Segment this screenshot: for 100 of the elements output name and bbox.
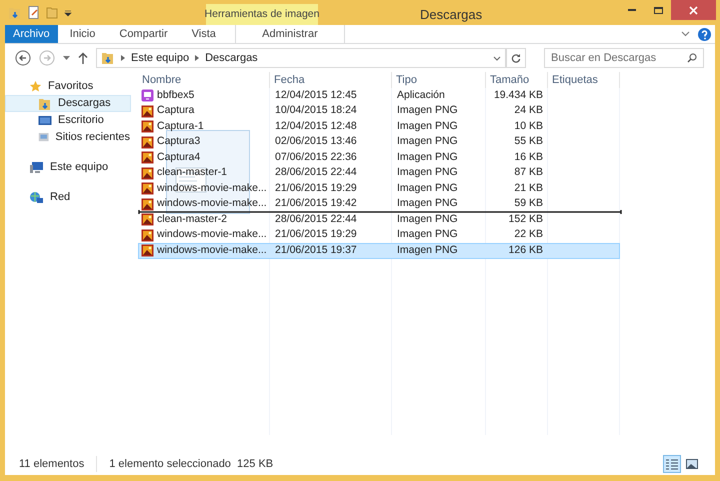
image-file-icon	[141, 228, 154, 242]
file-name: windows-movie-make...	[157, 227, 267, 242]
ribbon-tab[interactable]: Administrar	[234, 25, 345, 43]
date-cell-text: 21/06/2015 19:42	[274, 196, 358, 212]
chevron-right-icon[interactable]	[121, 55, 125, 61]
file-name: windows-movie-make...	[157, 180, 267, 196]
image-file-icon	[141, 120, 154, 134]
nav-item[interactable]: Favoritos	[5, 78, 131, 95]
address-bar[interactable]: Este equipo Descargas	[96, 48, 506, 68]
image-file-icon	[141, 151, 154, 164]
ribbon-tab[interactable]: Inicio	[58, 25, 108, 43]
date-cell-text: 21/06/2015 19:37	[274, 242, 358, 258]
image-file-icon	[141, 136, 154, 149]
selection-info: 1 elemento seleccionado 125 KB	[108, 456, 274, 472]
ribbon-tab[interactable]: Vista	[180, 25, 228, 43]
size-cell-text: 22 KB	[513, 227, 544, 242]
chevron-down-icon[interactable]	[681, 31, 690, 37]
folder-icon	[8, 6, 22, 20]
file-name: Captura3	[157, 134, 200, 150]
file-row[interactable]: bbfbex5 12/04/2015 12:45 Aplicación 19.434 KB	[138, 88, 620, 104]
type-cell-text: Imagen PNG	[396, 150, 459, 165]
thumbnails-view-icon	[686, 459, 698, 469]
file-row[interactable]: windows-movie-make... 21/06/2015 19:42 Imagen PNG 59 KB	[138, 196, 620, 212]
file-name: Captura4	[157, 150, 200, 165]
file-row[interactable]: clean-master-1 28/06/2015 22:44 Imagen PNG 87 KB	[138, 166, 620, 181]
refresh-button[interactable]	[506, 48, 526, 68]
file-row[interactable]: Captura4 07/06/2015 22:36 Imagen PNG 16 KB	[138, 150, 620, 166]
chevron-down-icon[interactable]	[493, 56, 501, 60]
file-name: windows-movie-make...	[157, 242, 267, 258]
date-cell-text: 28/06/2015 22:44	[274, 165, 358, 180]
date-cell-text: 21/06/2015 19:29	[274, 180, 358, 196]
type-cell-text: Imagen PNG	[396, 227, 459, 242]
column-header[interactable]: Tipo	[392, 72, 486, 88]
date-cell-text: 21/06/2015 19:29	[274, 227, 358, 242]
image-file-icon	[141, 198, 154, 211]
nav-item[interactable]: Escritorio	[5, 112, 131, 129]
file-row[interactable]: windows-movie-make... 21/06/2015 19:29 Imagen PNG 21 KB	[138, 181, 620, 196]
nav-item[interactable]: Este equipo	[5, 159, 131, 176]
date-cell-text: 28/06/2015 22:44	[274, 212, 358, 227]
breadcrumb[interactable]: Este equipo	[131, 50, 190, 66]
column-header[interactable]: Nombre	[138, 72, 270, 88]
downloads-folder-icon	[38, 96, 52, 110]
refresh-icon	[511, 53, 521, 63]
column-header[interactable]: Fecha	[270, 72, 392, 88]
file-row[interactable]: Captura-1 12/04/2015 12:48 Imagen PNG 10 KB	[138, 119, 620, 134]
size-cell-text: 24 KB	[513, 103, 544, 118]
file-row[interactable]: clean-master-2 28/06/2015 22:44 Imagen PNG 152 KB	[138, 212, 620, 228]
file-name: bbfbex5	[157, 88, 194, 103]
column-header[interactable]: Tamaño	[486, 72, 548, 88]
size-cell-text: 10 KB	[513, 118, 544, 134]
nav-item[interactable]: Red	[5, 189, 131, 206]
file-name: clean-master-1	[157, 165, 228, 180]
size-cell-text: 19.434 KB	[492, 88, 544, 103]
dropdown-icon[interactable]	[63, 56, 70, 60]
recent-places-icon	[38, 131, 50, 144]
application-icon	[141, 89, 154, 102]
date-cell-text: 07/06/2015 22:36	[274, 150, 358, 165]
item-count: 11 elementos	[19, 456, 98, 472]
search-field[interactable]: Buscar en Descargas	[544, 48, 704, 68]
column-header[interactable]: Etiquetas	[548, 72, 620, 88]
type-cell-text: Imagen PNG	[396, 118, 459, 134]
file-row[interactable]: windows-movie-make... 21/06/2015 19:29 Imagen PNG 22 KB	[138, 228, 620, 243]
size-cell-text: 21 KB	[513, 180, 544, 196]
up-arrow-icon[interactable]	[78, 52, 88, 64]
type-cell-text: Imagen PNG	[396, 103, 459, 118]
close-button[interactable]	[671, 0, 716, 20]
size-cell-text: 16 KB	[513, 150, 544, 165]
file-name: clean-master-2	[157, 212, 228, 227]
chevron-right-icon[interactable]	[195, 55, 200, 61]
properties-icon[interactable]	[28, 6, 40, 19]
nav-item[interactable]: Sitios recientes	[5, 129, 131, 146]
size-cell-text: 59 KB	[513, 196, 544, 212]
close-icon	[689, 6, 698, 14]
star-icon	[29, 80, 42, 93]
size-cell-text: 126 KB	[508, 242, 544, 258]
date-cell-text: 02/06/2015 13:46	[274, 134, 358, 150]
window-title: Descargas	[420, 6, 482, 24]
file-row[interactable]: Captura 10/04/2015 18:24 Imagen PNG 24 KB	[138, 104, 620, 119]
file-row[interactable]: Captura3 02/06/2015 13:46 Imagen PNG 55 KB	[138, 134, 620, 150]
breadcrumb[interactable]: Descargas	[205, 50, 258, 66]
back-icon[interactable]	[15, 50, 31, 66]
contextual-tab-label: Herramientas de imagen	[206, 4, 318, 25]
image-file-icon	[141, 104, 154, 118]
image-file-icon	[141, 213, 154, 226]
nav-item[interactable]: Descargas	[5, 95, 131, 112]
size-cell-text: 152 KB	[508, 212, 544, 227]
ribbon-tab[interactable]: Compartir	[107, 25, 180, 43]
size-cell-text: 87 KB	[513, 165, 544, 180]
image-file-icon	[141, 244, 154, 258]
help-icon[interactable]	[698, 28, 711, 40]
dropdown-icon[interactable]	[64, 8, 72, 16]
file-name: windows-movie-make...	[157, 196, 267, 212]
type-cell-text: Imagen PNG	[396, 196, 459, 212]
type-cell-text: Imagen PNG	[396, 212, 459, 227]
details-view-icon	[666, 458, 678, 470]
image-file-icon	[141, 166, 154, 180]
file-row[interactable]: windows-movie-make... 21/06/2015 19:37 Imagen PNG 126 KB	[138, 243, 620, 258]
details-view-button[interactable]	[663, 455, 681, 473]
file-name: Captura	[157, 103, 194, 118]
ribbon-tab[interactable]: Archivo	[5, 25, 58, 43]
